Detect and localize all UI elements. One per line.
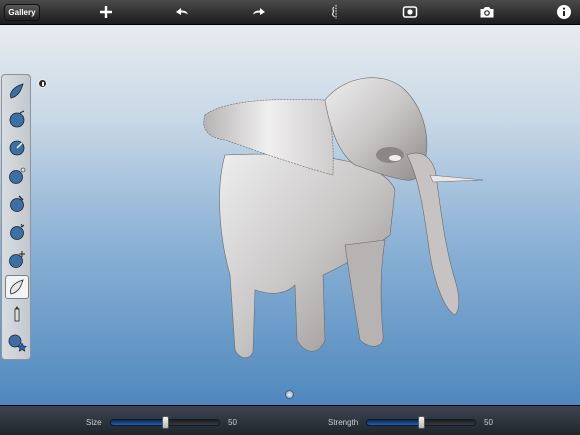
smooth-tool[interactable]	[5, 163, 29, 187]
draw-tool[interactable]	[5, 79, 29, 103]
inflate-tool[interactable]	[5, 107, 29, 131]
bottom-toolbar: Size 50 Strength 50	[0, 405, 580, 435]
pencil-tool[interactable]	[5, 303, 29, 327]
strength-value: 50	[484, 418, 493, 427]
size-slider[interactable]	[110, 416, 220, 429]
size-value: 50	[228, 418, 237, 427]
sculpt-canvas[interactable]	[0, 25, 580, 405]
material-tool[interactable]	[5, 331, 29, 355]
paint-tool-icon	[10, 279, 24, 295]
flatten-tool[interactable]	[5, 191, 29, 215]
flatten-tool-icon	[10, 195, 24, 212]
view-indicator-dot[interactable]	[285, 390, 294, 399]
crease-tool[interactable]	[5, 135, 29, 159]
tool-palette	[1, 74, 31, 360]
symmetry-icon[interactable]	[326, 2, 346, 22]
grab-tool-icon	[9, 251, 25, 268]
undo-icon[interactable]	[172, 2, 192, 22]
smooth-tool-icon	[9, 167, 26, 184]
size-slider-thumb[interactable]	[162, 416, 169, 429]
add-icon[interactable]	[96, 2, 116, 22]
paint-tool[interactable]	[5, 275, 29, 299]
top-toolbar: Gallery	[0, 0, 580, 25]
size-label: Size	[86, 418, 102, 427]
grab-tool[interactable]	[5, 247, 29, 271]
pinch-tool[interactable]	[5, 219, 29, 243]
inflate-tool-icon	[9, 110, 25, 128]
strength-label: Strength	[328, 418, 359, 427]
strength-slider-thumb[interactable]	[418, 416, 425, 429]
strength-slider-rest	[421, 420, 475, 425]
tool-info-icon[interactable]	[38, 79, 47, 88]
draw-tool-icon	[10, 83, 24, 99]
info-icon[interactable]	[554, 2, 574, 22]
pencil-tool-icon	[14, 306, 20, 322]
pinch-tool-icon	[10, 223, 25, 240]
elephant-model[interactable]	[185, 70, 485, 365]
strength-slider[interactable]	[366, 416, 476, 429]
gallery-button[interactable]: Gallery	[4, 4, 40, 21]
camera-icon[interactable]	[477, 2, 497, 22]
camera-reset-icon[interactable]	[400, 2, 420, 22]
redo-icon[interactable]	[249, 2, 269, 22]
material-tool-icon	[8, 334, 27, 352]
crease-tool-icon	[9, 140, 25, 156]
size-slider-rest	[165, 420, 219, 425]
